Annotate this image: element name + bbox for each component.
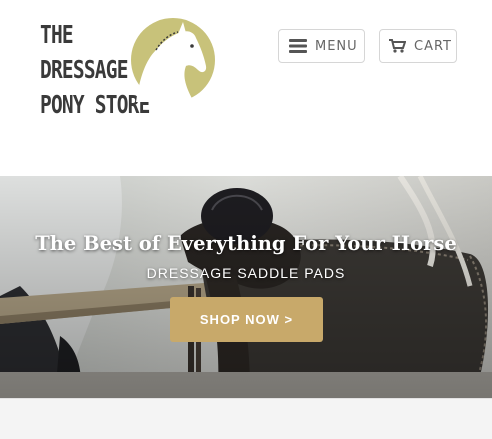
cart-button[interactable]: CART	[379, 29, 457, 63]
hero-background-image	[0, 176, 492, 398]
cart-icon	[389, 39, 406, 53]
content-section-top	[0, 398, 492, 439]
menu-button[interactable]: MENU	[278, 29, 365, 63]
store-logo[interactable]: THE DRESSAGE PONY STORE	[38, 16, 218, 130]
site-header: THE DRESSAGE PONY STORE MENU CART	[0, 0, 492, 176]
hero-banner: The Best of Everything For Your Horse DR…	[0, 176, 492, 398]
menu-label: MENU	[315, 38, 358, 54]
hero-title: The Best of Everything For Your Horse	[35, 232, 457, 255]
hamburger-icon	[289, 39, 307, 53]
horse-head-icon	[131, 18, 215, 102]
cart-label: CART	[414, 38, 452, 54]
shop-now-button[interactable]: SHOP NOW >	[170, 297, 323, 342]
hero-subtitle: DRESSAGE SADDLE PADS	[146, 265, 346, 281]
